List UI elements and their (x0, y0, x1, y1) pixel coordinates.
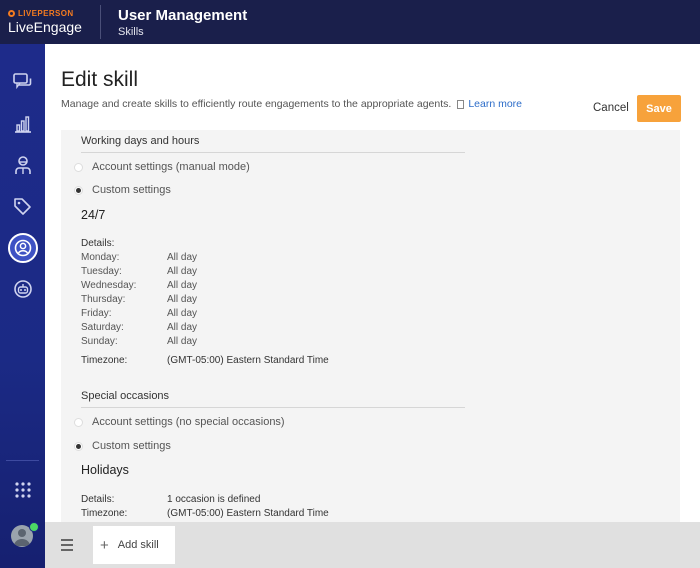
add-skill-button[interactable]: + Add skill (93, 526, 175, 564)
online-status-indicator (29, 522, 39, 532)
logo-bottom-text: LiveEngage (8, 19, 82, 35)
sidebar-item-tags[interactable] (0, 188, 45, 224)
page-description: Manage and create skills to efficiently … (61, 98, 522, 110)
hamburger-menu-icon[interactable] (61, 539, 73, 554)
day-row-friday: Friday: All day (81, 308, 198, 319)
sidebar-item-analytics[interactable] (0, 106, 45, 142)
day-row-monday: Monday: All day (81, 252, 198, 263)
special-occasions-account-option[interactable]: Account settings (no special occasions) (74, 416, 285, 428)
special-occasions-account-label: Account settings (no special occasions) (92, 416, 285, 428)
section-divider (81, 407, 465, 408)
special-occasions-section-title: Special occasions (81, 390, 170, 402)
tag-icon (14, 197, 31, 215)
logo-mark-icon (8, 10, 15, 17)
bar-chart-icon (14, 116, 31, 133)
cancel-button[interactable]: Cancel (593, 102, 629, 114)
sidebar-item-chat[interactable] (0, 64, 45, 100)
chat-icon (12, 73, 31, 90)
radio-unchecked-icon[interactable] (74, 162, 83, 172)
special-occasions-custom-label: Custom settings (92, 440, 171, 452)
app-title: User Management (118, 6, 248, 24)
users-icon (14, 239, 31, 257)
header-divider (100, 5, 101, 39)
bot-icon (13, 280, 32, 298)
working-hours-account-option[interactable]: Account settings (manual mode) (74, 161, 250, 173)
header-title-block: User Management Skills (118, 7, 247, 38)
sidebar-item-apps[interactable] (0, 472, 45, 508)
liveperson-logo[interactable]: LIVEPERSON LiveEngage (0, 9, 100, 35)
top-bar: LIVEPERSON LiveEngage User Management Sk… (0, 0, 700, 44)
special-occasions-custom-option[interactable]: Custom settings (74, 440, 171, 452)
sidebar-item-bot[interactable] (0, 271, 45, 307)
occasion-details-row: Details: 1 occasion is defined (81, 494, 261, 505)
save-button[interactable]: Save (637, 95, 681, 122)
logo-top-text: LIVEPERSON (18, 9, 74, 18)
radio-checked-icon[interactable] (74, 185, 83, 195)
details-label: Details: (81, 238, 115, 249)
section-divider (81, 152, 465, 153)
schedule-title: 24/7 (81, 208, 106, 222)
working-hours-section-title: Working days and hours (81, 135, 200, 147)
add-skill-label: Add skill (117, 539, 159, 551)
apps-grid-icon (14, 482, 31, 498)
page-title: Edit skill (61, 68, 139, 91)
day-row-wednesday: Wednesday: All day (81, 280, 198, 291)
sidebar-item-agent[interactable] (0, 147, 45, 183)
occasion-timezone-row: Timezone: (GMT-05:00) Eastern Standard Ti… (81, 508, 329, 519)
working-hours-custom-label: Custom settings (92, 184, 171, 196)
main-content: Edit skill Manage and create skills to e… (45, 44, 700, 522)
working-hours-custom-option[interactable]: Custom settings (74, 184, 171, 196)
app-subtitle: Skills (118, 25, 144, 38)
learn-more-link[interactable]: Learn more (468, 98, 522, 110)
sidebar-separator (6, 460, 39, 461)
sidebar-item-users[interactable] (0, 230, 45, 266)
skill-form: Working days and hours Account settings … (61, 130, 680, 522)
timezone-row: Timezone: (GMT-05:00) Eastern Standard Ti… (81, 355, 329, 366)
day-row-thursday: Thursday: All day (81, 294, 198, 305)
footer-bar: + Add skill (45, 522, 700, 568)
day-row-tuesday: Tuesday: All day (81, 266, 198, 277)
document-icon (457, 99, 465, 109)
radio-checked-icon[interactable] (74, 441, 83, 451)
sidebar (0, 44, 45, 568)
radio-unchecked-icon[interactable] (74, 417, 83, 427)
agent-icon (14, 156, 31, 174)
day-row-saturday: Saturday: All day (81, 322, 198, 333)
day-row-sunday: Sunday: All day (81, 336, 198, 347)
page-description-text: Manage and create skills to efficiently … (61, 98, 452, 110)
working-hours-account-label: Account settings (manual mode) (92, 161, 250, 173)
plus-icon: + (100, 536, 109, 554)
holidays-title: Holidays (81, 463, 129, 477)
